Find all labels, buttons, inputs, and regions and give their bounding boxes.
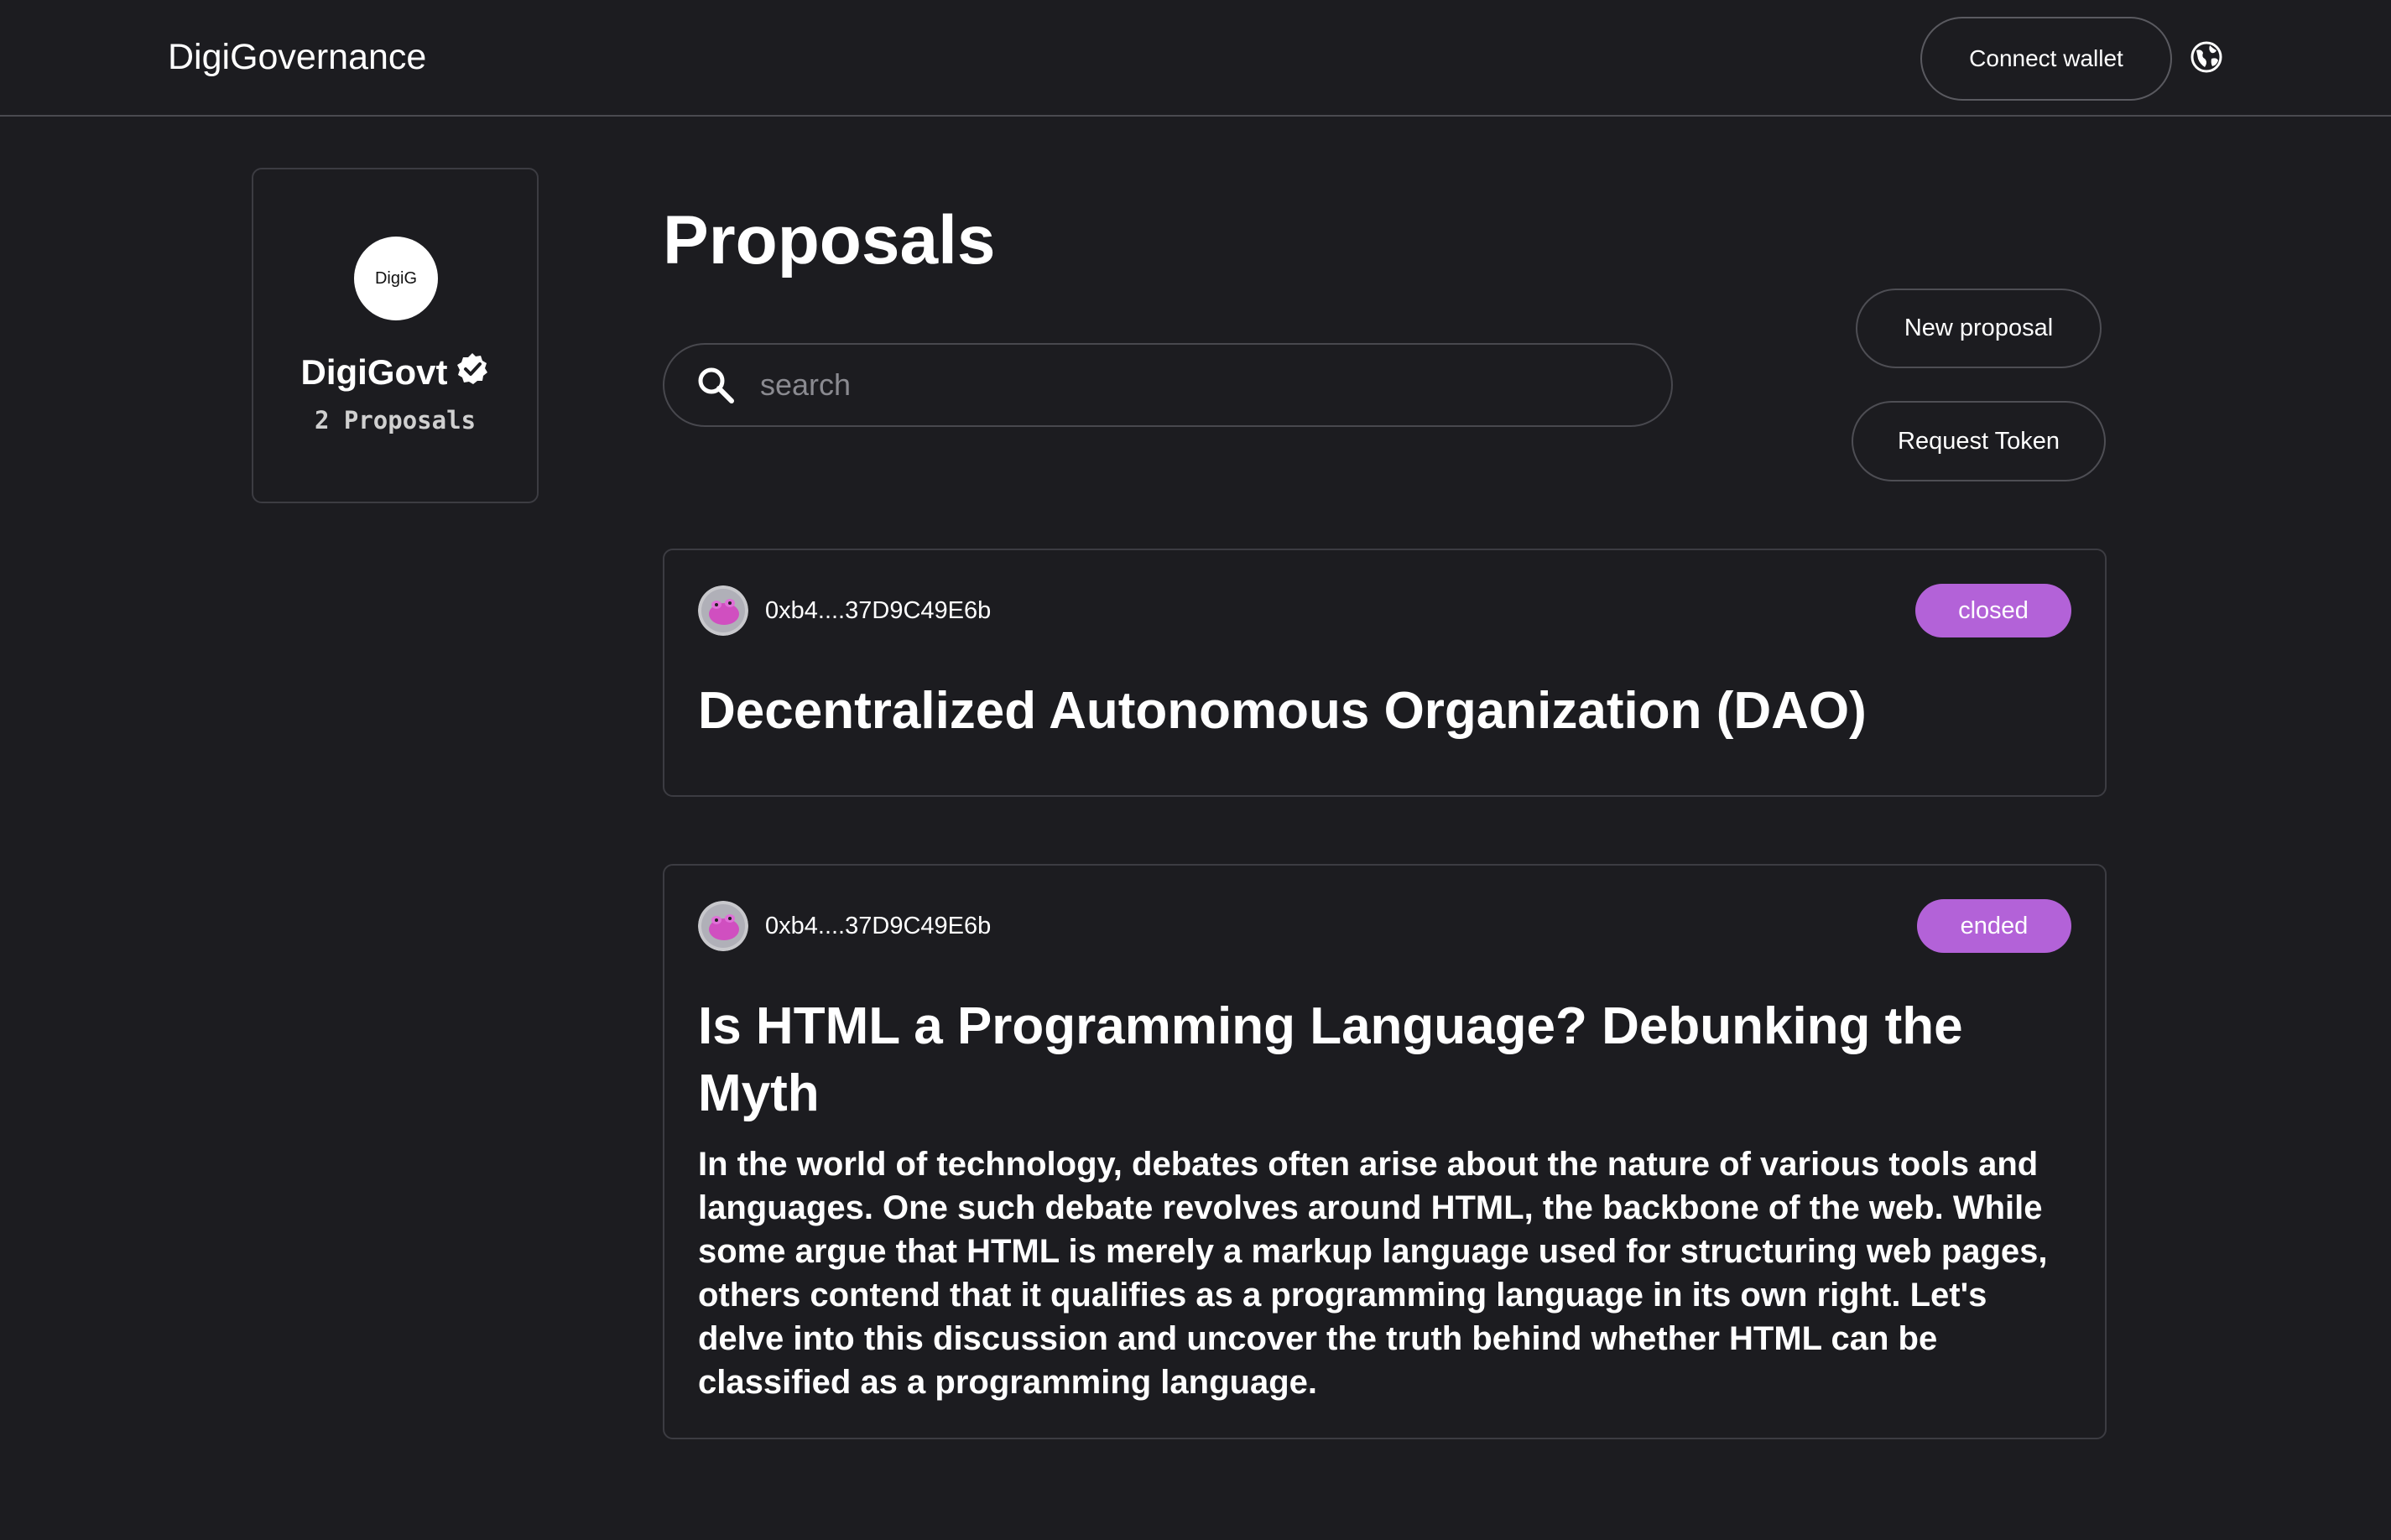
verified-badge-icon	[456, 353, 487, 384]
author-address[interactable]: 0xb4....37D9C49E6b	[765, 913, 991, 940]
space-info-card: DigiG DigiGovt 2 Proposals	[252, 168, 539, 503]
globe-icon[interactable]	[2190, 40, 2223, 74]
status-badge: closed	[1915, 584, 2071, 637]
page: DigiGovernance Connect wallet DigiG Digi…	[0, 0, 2391, 1540]
connect-wallet-button[interactable]: Connect wallet	[1920, 17, 2172, 101]
proposal-count: 2 Proposals	[314, 406, 477, 434]
author-row: 0xb4....37D9C49E6b	[698, 585, 991, 636]
request-token-button[interactable]: Request Token	[1852, 401, 2106, 481]
brand-logo-text[interactable]: DigiGovernance	[168, 37, 426, 78]
author-address[interactable]: 0xb4....37D9C49E6b	[765, 597, 991, 625]
proposal-body: In the world of technology, debates ofte…	[698, 1146, 2048, 1401]
proposal-card[interactable]: 0xb4....37D9C49E6b ended Is HTML a Progr…	[663, 864, 2107, 1439]
top-navbar: DigiGovernance Connect wallet	[0, 0, 2391, 117]
space-name[interactable]: DigiGovt	[301, 352, 448, 393]
space-name-row: DigiGovt	[253, 352, 537, 393]
page-title: Proposals	[663, 202, 996, 278]
search-icon	[698, 367, 734, 403]
author-avatar[interactable]	[698, 585, 748, 636]
search-bar[interactable]	[663, 343, 1673, 427]
status-badge: ended	[1917, 899, 2071, 953]
space-avatar[interactable]: DigiG	[354, 237, 438, 320]
proposal-title[interactable]: Is HTML a Programming Language? Debunkin…	[698, 993, 2071, 1127]
author-row: 0xb4....37D9C49E6b	[698, 901, 991, 951]
proposal-card[interactable]: 0xb4....37D9C49E6b closed Decentralized …	[663, 549, 2107, 797]
new-proposal-button[interactable]: New proposal	[1856, 289, 2102, 368]
proposal-title[interactable]: Decentralized Autonomous Organization (D…	[698, 678, 2071, 745]
author-avatar[interactable]	[698, 901, 748, 951]
search-input[interactable]	[760, 360, 1671, 410]
